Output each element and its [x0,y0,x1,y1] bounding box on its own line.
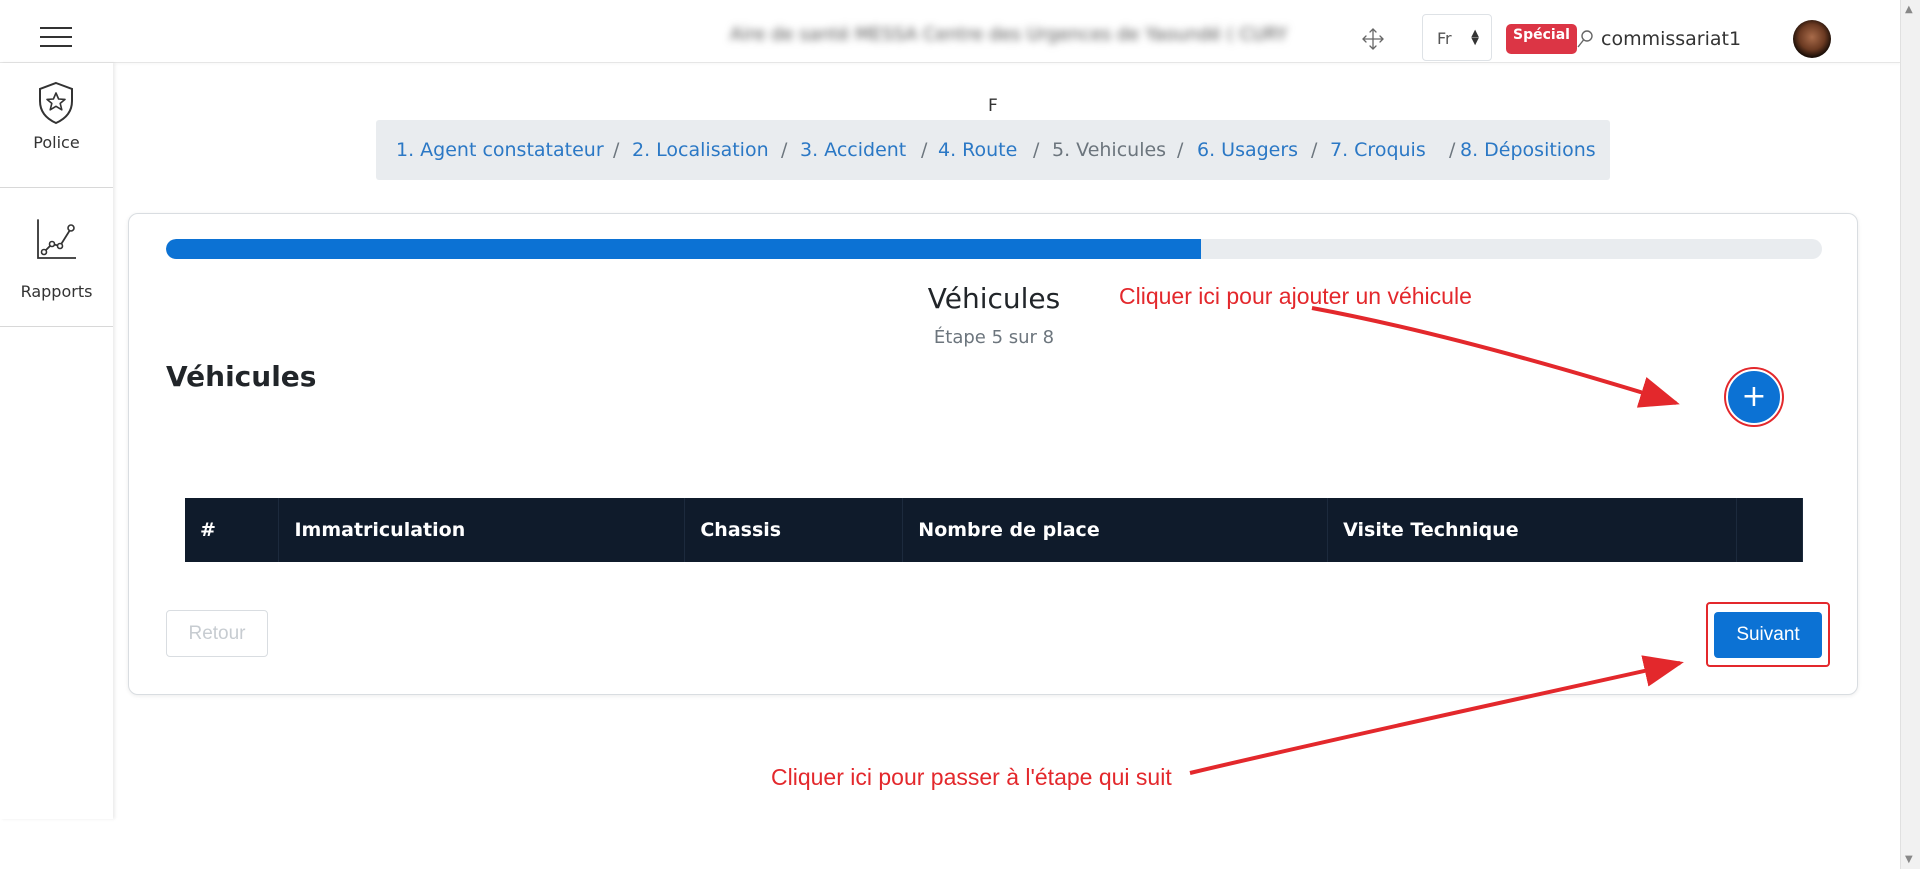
breadcrumb-separator: / [1177,139,1184,161]
back-button[interactable]: Retour [166,610,268,657]
table-header-row: # Immatriculation Chassis Nombre de plac… [185,498,1804,562]
move-arrows-icon[interactable] [1361,27,1385,51]
breadcrumb-step-3[interactable]: 3. Accident [800,139,906,161]
breadcrumb-step-7[interactable]: 7. Croquis [1330,139,1426,161]
hamburger-menu-icon[interactable] [40,27,72,47]
breadcrumb-separator: / [1449,139,1456,161]
breadcrumb: 1. Agent constatateur / 2. Localisation … [376,120,1610,180]
progress-fill [166,239,1201,259]
sidebar-item-rapports[interactable]: Rapports [0,188,113,327]
column-header-chassis[interactable]: Chassis [684,498,904,562]
language-select[interactable]: Fr ▲ ▼ [1422,14,1492,61]
sidebar-item-label: Rapports [20,282,93,301]
breadcrumb-step-8[interactable]: 8. Dépositions [1460,139,1596,161]
breadcrumb-step-2[interactable]: 2. Localisation [632,139,769,161]
next-button-highlight: Suivant [1706,602,1830,667]
step-title: Véhicules [927,282,1061,315]
breadcrumb-step-4[interactable]: 4. Route [938,139,1017,161]
sidebar: Police Rapports [0,63,113,819]
facility-title: Aire de santé MESSA Centre des Urgences … [730,24,1288,45]
police-badge-icon [39,81,73,125]
column-header-places[interactable]: Nombre de place [902,498,1329,562]
breadcrumb-step-5: 5. Vehicules [1052,139,1167,161]
special-badge: Spécial [1506,24,1577,54]
page-scrollbar[interactable]: ▲ ▼ [1900,0,1920,869]
avatar[interactable] [1793,20,1831,58]
breadcrumb-separator: / [921,139,928,161]
next-button[interactable]: Suivant [1714,612,1822,658]
user-icon [1577,30,1593,48]
vehicles-card: Véhicules Étape 5 sur 8 Véhicules + # Im… [128,213,1858,695]
add-vehicle-button[interactable]: + [1726,369,1782,425]
section-title: Véhicules [166,360,317,393]
breadcrumb-separator: / [613,139,620,161]
breadcrumb-step-6[interactable]: 6. Usagers [1197,139,1298,161]
breadcrumb-step-1[interactable]: 1. Agent constatateur [396,139,604,161]
username[interactable]: commissariat1 [1601,28,1741,50]
breadcrumb-separator: / [781,139,788,161]
sidebar-item-label: Police [33,133,80,152]
progress-bar [166,239,1822,259]
column-header-actions [1736,498,1804,562]
language-value: Fr [1437,29,1452,48]
line-chart-icon [37,219,76,259]
column-header-index[interactable]: # [185,498,280,562]
column-header-visite-technique[interactable]: Visite Technique [1327,498,1737,562]
step-subtitle: Étape 5 sur 8 [933,327,1055,348]
annotation-next-step: Cliquer ici pour passer à l'étape qui su… [771,764,1172,790]
annotation-add-vehicle: Cliquer ici pour ajouter un véhicule [1119,283,1472,309]
select-arrows-icon: ▲ ▼ [1471,28,1479,47]
sidebar-item-police[interactable]: Police [0,63,113,188]
scroll-up-icon[interactable]: ▲ [1905,4,1913,15]
top-navbar: Aire de santé MESSA Centre des Urgences … [0,0,1900,63]
vehicles-table: # Immatriculation Chassis Nombre de plac… [185,498,1804,562]
column-header-immatriculation[interactable]: Immatriculation [278,498,686,562]
breadcrumb-separator: / [1033,139,1040,161]
scroll-down-icon[interactable]: ▼ [1905,854,1913,865]
form-letter: F [988,96,998,116]
breadcrumb-separator: / [1311,139,1318,161]
